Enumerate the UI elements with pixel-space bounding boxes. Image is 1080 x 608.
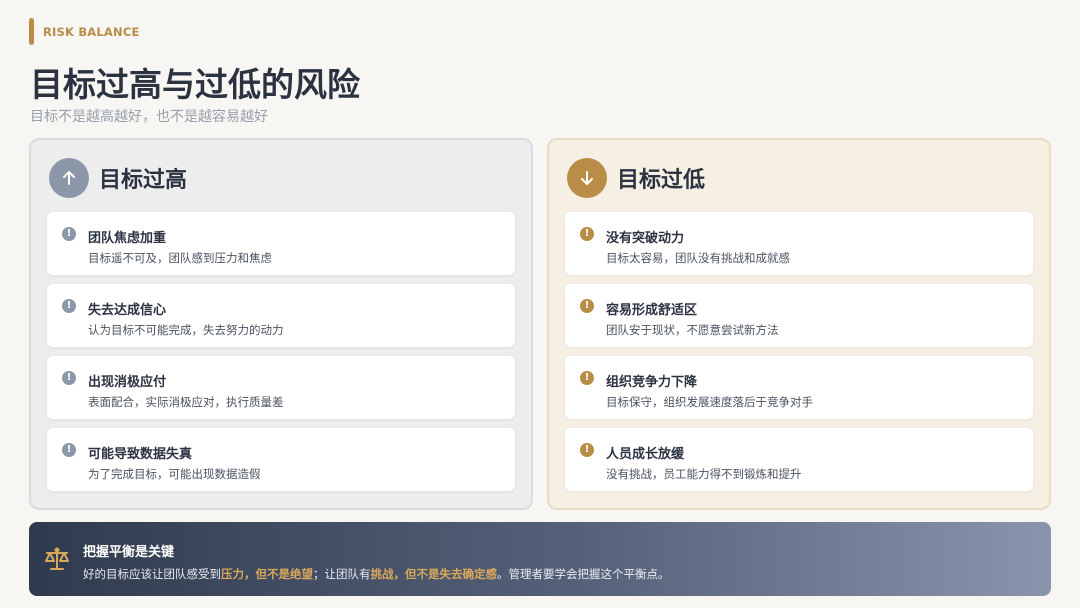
- risk-card: ! 组织竞争力下降 目标保守，组织发展速度落后于竞争对手: [565, 356, 1033, 419]
- slide: RISK BALANCE 目标过高与过低的风险 目标不是越高越好，也不是越容易越…: [0, 0, 1080, 608]
- panel-title: 目标过低: [617, 168, 706, 193]
- alert-icon: !: [580, 227, 594, 241]
- risk-description: 认为目标不可能完成，失去努力的动力: [88, 323, 284, 337]
- risk-description: 为了完成目标，可能出现数据造假: [88, 467, 261, 481]
- risk-description: 目标遥不可及，团队感到压力和焦虑: [88, 251, 272, 265]
- tag-accent-bar: [29, 18, 34, 45]
- alert-icon: !: [62, 443, 76, 457]
- banner-highlight: 挑战，但不是失去确定感: [370, 567, 498, 581]
- risk-title: 组织竞争力下降: [606, 375, 698, 390]
- arrow-up-icon: [49, 158, 89, 198]
- risk-description: 目标太容易，团队没有挑战和成就感: [606, 251, 790, 265]
- panel-header: 目标过高: [49, 157, 187, 199]
- risk-description: 没有挑战，员工能力得不到锻炼和提升: [606, 467, 802, 481]
- alert-icon: !: [62, 299, 76, 313]
- panel-header: 目标过低: [567, 157, 705, 199]
- page-subtitle: 目标不是越高越好，也不是越容易越好: [30, 109, 268, 125]
- risk-card: ! 团队焦虑加重 目标遥不可及，团队感到压力和焦虑: [47, 212, 515, 275]
- risk-title: 团队焦虑加重: [88, 231, 167, 246]
- banner-text-part: 。管理者要学会把握这个平衡点。: [497, 567, 670, 581]
- risk-title: 失去达成信心: [88, 303, 167, 318]
- risk-title: 人员成长放缓: [606, 447, 685, 462]
- panel-target-too-low: 目标过低 ! 没有突破动力 目标太容易，团队没有挑战和成就感 ! 容易形成舒适区…: [547, 138, 1051, 510]
- alert-icon: !: [62, 227, 76, 241]
- risk-description: 表面配合，实际消极应对，执行质量差: [88, 395, 284, 409]
- panel-target-too-high: 目标过高 ! 团队焦虑加重 目标遥不可及，团队感到压力和焦虑 ! 失去达成信心 …: [29, 138, 533, 510]
- risk-card: ! 失去达成信心 认为目标不可能完成，失去努力的动力: [47, 284, 515, 347]
- scale-balance-icon: [42, 544, 72, 574]
- risk-card: ! 人员成长放缓 没有挑战，员工能力得不到锻炼和提升: [565, 428, 1033, 491]
- risk-title: 容易形成舒适区: [606, 303, 698, 318]
- alert-icon: !: [580, 371, 594, 385]
- risk-card: ! 没有突破动力 目标太容易，团队没有挑战和成就感: [565, 212, 1033, 275]
- risk-card: ! 可能导致数据失真 为了完成目标，可能出现数据造假: [47, 428, 515, 491]
- arrow-down-icon: [567, 158, 607, 198]
- risk-card: ! 出现消极应付 表面配合，实际消极应对，执行质量差: [47, 356, 515, 419]
- risk-title: 出现消极应付: [88, 375, 167, 390]
- risk-title: 没有突破动力: [606, 231, 685, 246]
- risk-title: 可能导致数据失真: [88, 447, 193, 462]
- alert-icon: !: [62, 371, 76, 385]
- panel-title: 目标过高: [99, 168, 188, 193]
- alert-icon: !: [580, 299, 594, 313]
- key-point-banner: 把握平衡是关键 好的目标应该让团队感受到压力，但不是绝望；让团队有挑战，但不是失…: [29, 522, 1051, 596]
- risk-card: ! 容易形成舒适区 团队安于现状，不愿意尝试新方法: [565, 284, 1033, 347]
- banner-title: 把握平衡是关键: [83, 545, 175, 560]
- banner-text-part: ；让团队有: [313, 567, 371, 581]
- risk-description: 目标保守，组织发展速度落后于竞争对手: [606, 395, 813, 409]
- banner-highlight: 压力，但不是绝望: [221, 567, 313, 581]
- tag-label: RISK BALANCE: [43, 24, 140, 39]
- section-tag: RISK BALANCE: [29, 18, 140, 45]
- banner-text-part: 好的目标应该让团队感受到: [83, 567, 221, 581]
- risk-description: 团队安于现状，不愿意尝试新方法: [606, 323, 779, 337]
- page-title: 目标过高与过低的风险: [30, 65, 360, 104]
- banner-text: 好的目标应该让团队感受到压力，但不是绝望；让团队有挑战，但不是失去确定感。管理者…: [83, 566, 670, 582]
- alert-icon: !: [580, 443, 594, 457]
